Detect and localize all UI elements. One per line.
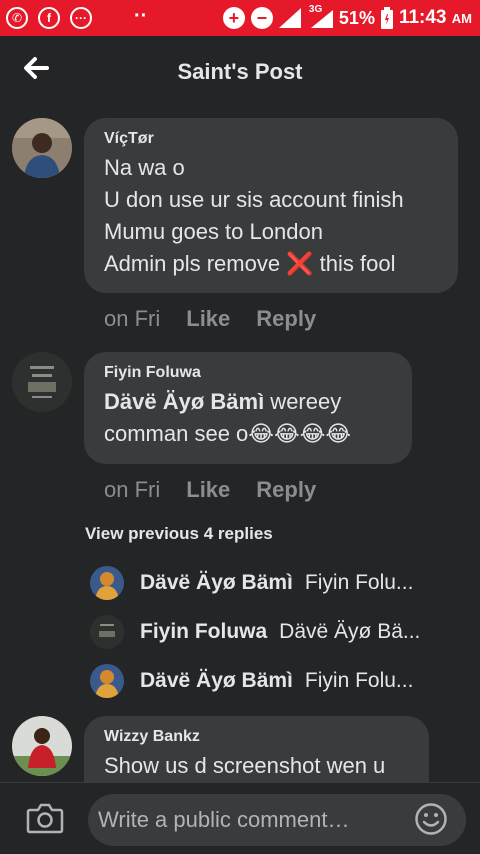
reply-preview-row[interactable]: Dävë Äyø Bämì Fiyin Folu... [90,663,413,699]
camera-icon [26,803,64,834]
reply-preview-row[interactable]: Fiyin Foluwa Dävë Äyø Bä... [90,614,420,650]
reply-preview-row[interactable]: Dävë Äyø Bämì Fiyin Folu... [90,565,413,601]
reply-preview-text: Dävë Äyø Bä... [279,620,421,643]
reply-preview-text: Fiyin Folu... [304,669,414,692]
camera-button[interactable] [26,801,64,837]
comment-composer [0,782,480,854]
dnd-icon: − [250,7,273,29]
battery-icon [380,7,393,29]
comment-input[interactable] [88,794,466,846]
avatar-fiyin[interactable] [12,352,72,412]
view-previous-replies-link[interactable]: View previous 4 replies [85,524,273,544]
person-photo-icon [12,716,72,776]
clock: 11:43 AM [398,7,472,28]
emoji-button[interactable] [414,802,448,836]
status-bar: ✆ f ··· ·· + − 3G 51% 11:43 AM [0,0,480,36]
avatar-victor[interactable] [12,118,72,178]
comment-bubble[interactable]: Fiyin Foluwa Dävë Äyø Bämì wereey comman… [84,352,412,464]
mention-link[interactable]: Dävë Äyø Bämì [104,389,264,414]
avatar-dave [90,566,124,600]
comment-text: Na wa o U don use ur sis account finish … [104,155,404,276]
comment-author[interactable]: VíçTør [104,130,438,148]
messenger-icon: ··· [70,7,92,29]
reply-preview-text: Fiyin Folu... [304,571,414,594]
comment-text: Dävë Äyø Bämì wereey comman see o😂😂😂😂 [104,386,392,450]
comment-time: on Fri [104,477,161,502]
battery-percent: 51% [338,7,375,28]
reply-author: Dävë Äyø Bämì [140,571,293,594]
avatar-wizzy[interactable] [12,716,72,776]
reply-author: Fiyin Foluwa [140,620,268,643]
person-photo-icon [90,664,124,698]
reply-button[interactable]: Reply [256,306,316,332]
dots-icon: ·· [134,5,148,27]
comment-actions: on Fri Like Reply [104,306,316,332]
like-button[interactable]: Like [186,306,230,332]
dark-photo-icon [90,615,124,649]
avatar-fiyin [90,615,124,649]
signal-icon [278,8,301,28]
like-button[interactable]: Like [186,477,230,503]
person-photo-icon [90,566,124,600]
smiley-icon [415,803,447,835]
facebook-icon: f [38,7,60,29]
comment-author[interactable]: Fiyin Foluwa [104,364,392,382]
data-saver-icon: + [222,7,245,29]
avatar-dave [90,664,124,698]
signal-3g-icon: 3G [307,4,333,28]
comment-author[interactable]: Wizzy Bankz [104,728,409,746]
comment-actions: on Fri Like Reply [104,477,316,503]
reply-button[interactable]: Reply [256,477,316,503]
page-title: Saint's Post [177,59,303,84]
comment-bubble[interactable]: VíçTør Na wa o U don use ur sis account … [84,118,458,293]
reply-author: Dävë Äyø Bämì [140,669,293,692]
dark-photo-icon [12,352,72,412]
comment-time: on Fri [104,306,161,331]
comment-text: Show us d screenshot wen u [104,753,386,778]
app-header: Saint's Post [0,36,480,108]
person-photo-icon [12,118,72,178]
whatsapp-icon: ✆ [6,7,28,29]
